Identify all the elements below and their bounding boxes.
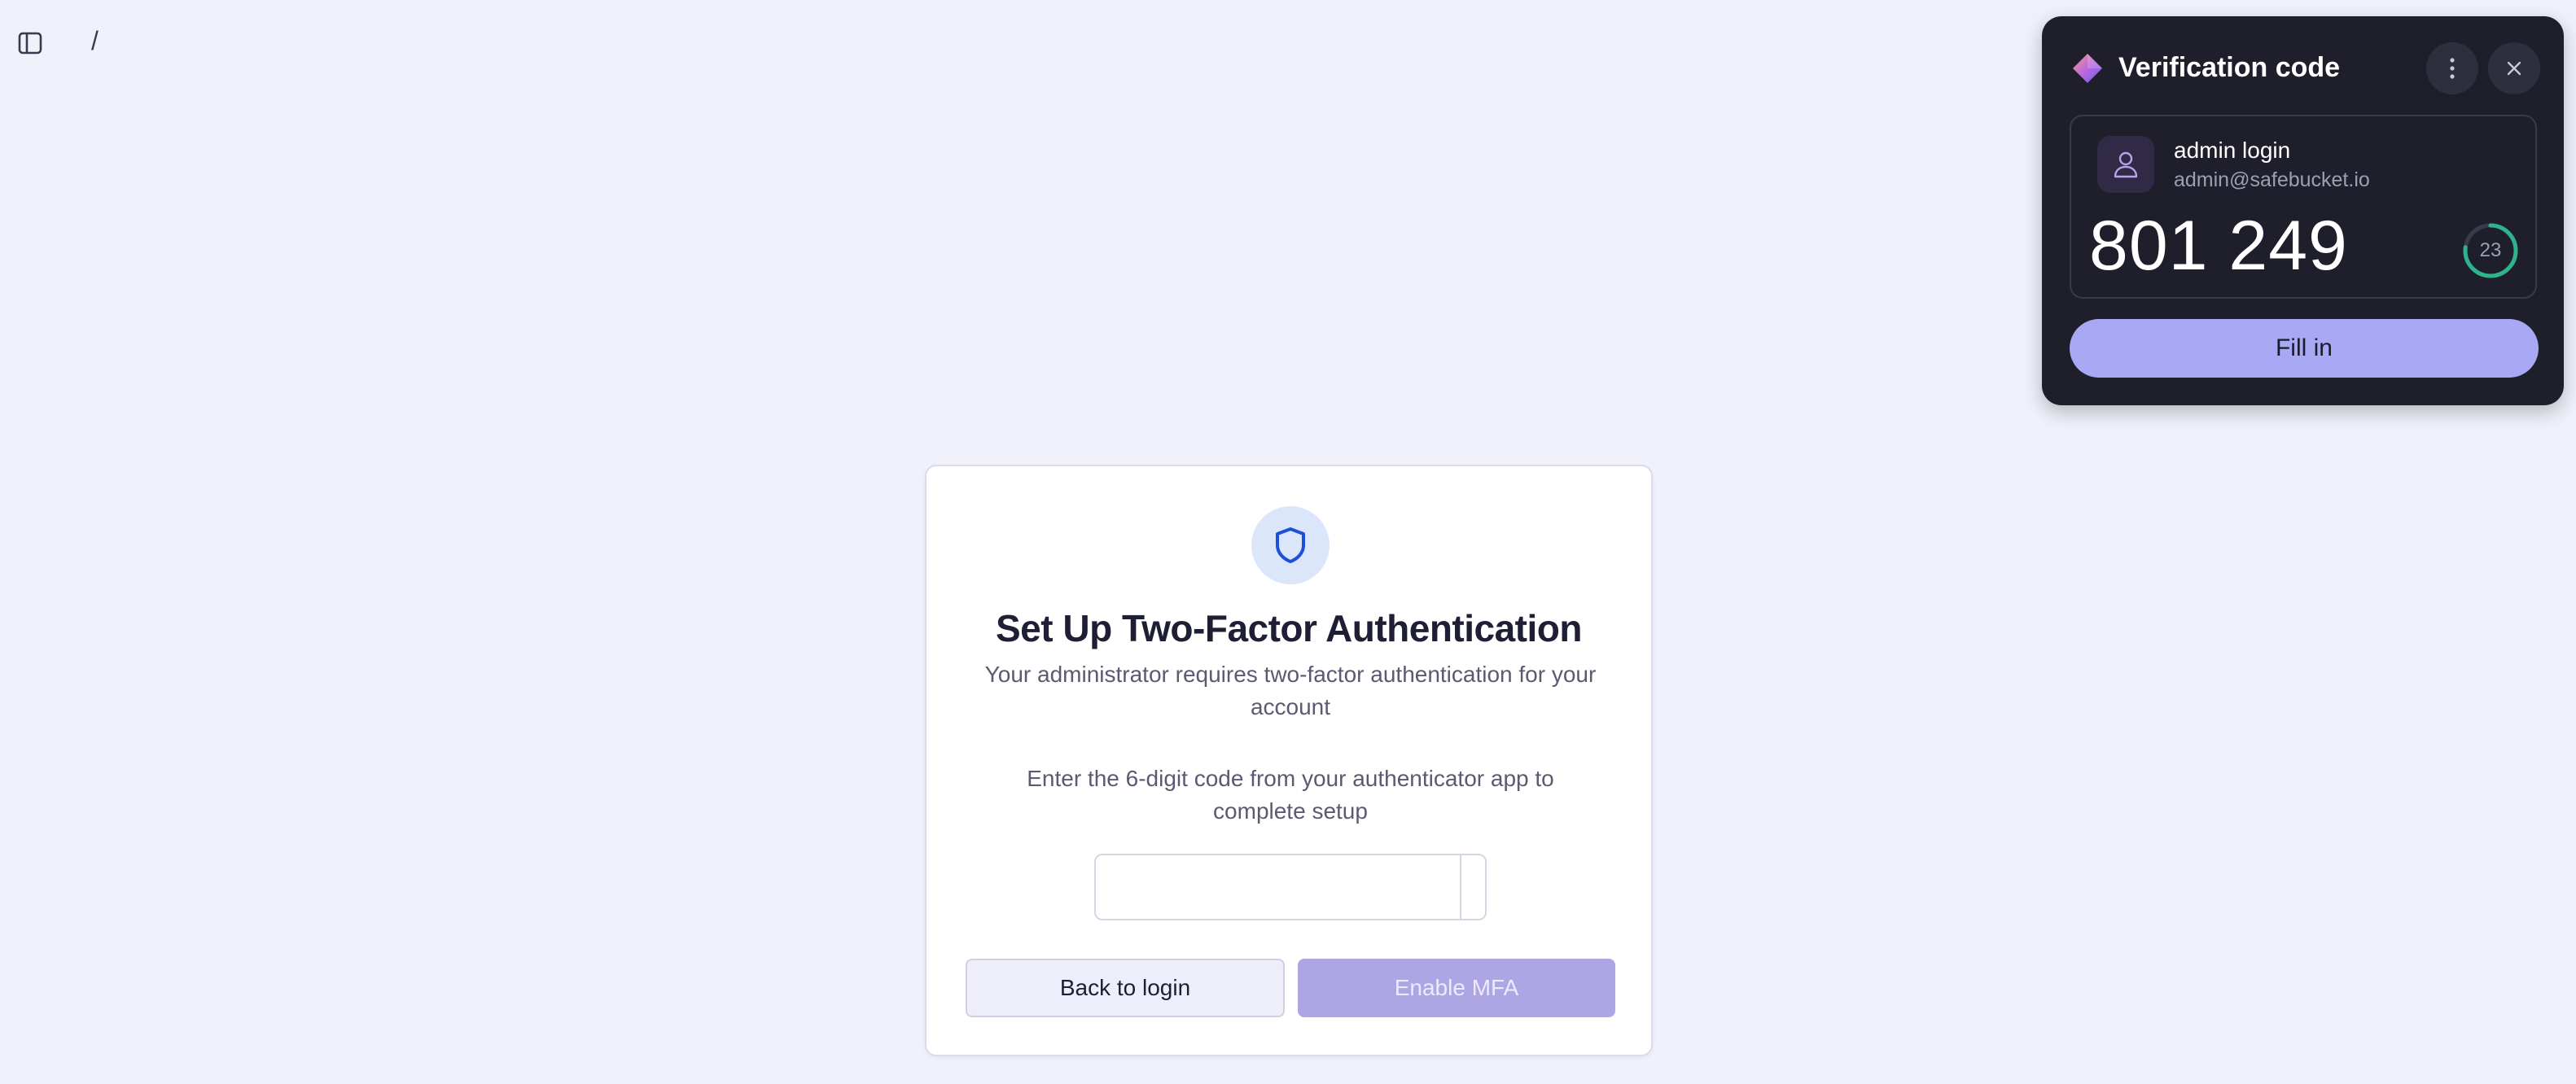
- user-icon: [2114, 151, 2138, 178]
- breadcrumb: /: [91, 26, 99, 55]
- shield-icon: [1276, 527, 1305, 563]
- otp-digit-2[interactable]: [1461, 855, 1485, 919]
- mfa-setup-card: Set Up Two-Factor Authentication Your ad…: [925, 465, 1653, 1056]
- verification-code: 801 249: [2089, 207, 2348, 285]
- timer-seconds: 23: [2479, 239, 2502, 261]
- close-popup-button[interactable]: [2488, 42, 2540, 94]
- account-email: admin@safebucket.io: [2174, 168, 2370, 191]
- card-subtitle: Your administrator requires two-factor a…: [984, 662, 1597, 719]
- shield-badge: [1251, 506, 1330, 584]
- more-vertical-icon: [2450, 58, 2455, 79]
- verification-code-popup: Verification code admin login admin@safe…: [2042, 16, 2564, 405]
- otp-digit-1[interactable]: [1096, 855, 1461, 919]
- countdown-timer: 23: [2462, 222, 2519, 279]
- otp-input-group: [1094, 854, 1487, 920]
- enable-mfa-button[interactable]: Enable MFA: [1298, 959, 1615, 1017]
- account-name: admin login: [2174, 138, 2291, 163]
- page-title: Set Up Two-Factor Authentication: [996, 607, 1582, 649]
- sidebar-toggle-icon: [18, 32, 42, 55]
- avatar: [2097, 136, 2154, 193]
- popup-title: Verification code: [2118, 52, 2341, 83]
- more-options-button[interactable]: [2426, 42, 2478, 94]
- back-to-login-button[interactable]: Back to login: [966, 959, 1285, 1017]
- fill-in-button[interactable]: Fill in: [2070, 319, 2539, 378]
- close-icon: [2507, 61, 2521, 76]
- code-instruction: Enter the 6-digit code from your authent…: [1027, 766, 1554, 824]
- account-entry: admin login admin@safebucket.io 801 249 …: [2070, 115, 2537, 299]
- sidebar-toggle-button[interactable]: [16, 29, 44, 57]
- diamond-logo-icon: [2073, 54, 2102, 83]
